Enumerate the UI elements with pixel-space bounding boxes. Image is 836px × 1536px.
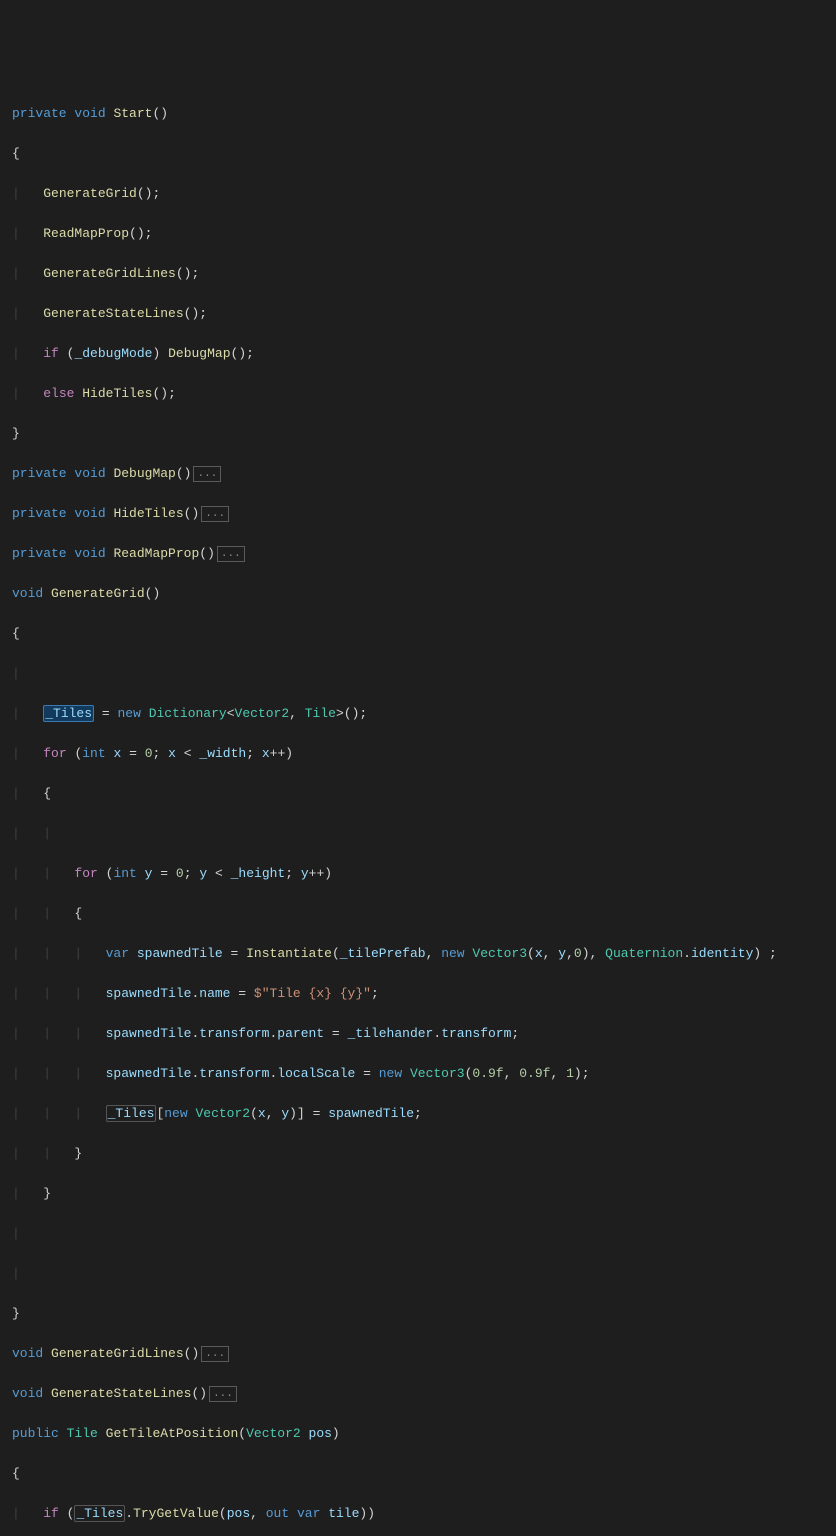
- code-line[interactable]: | {: [8, 784, 836, 804]
- code-line[interactable]: void GenerateGridLines()...: [8, 1344, 836, 1364]
- fold-indicator[interactable]: ...: [217, 546, 245, 562]
- code-line[interactable]: |: [8, 1264, 836, 1284]
- code-line[interactable]: }: [8, 424, 836, 444]
- code-line[interactable]: | GenerateStateLines();: [8, 304, 836, 324]
- code-line[interactable]: | ReadMapProp();: [8, 224, 836, 244]
- code-line[interactable]: private void HideTiles()...: [8, 504, 836, 524]
- code-line[interactable]: | else HideTiles();: [8, 384, 836, 404]
- code-line[interactable]: | | }: [8, 1144, 836, 1164]
- type: Dictionary: [149, 706, 227, 721]
- string-literal: $"Tile {x} {y}": [254, 986, 371, 1001]
- code-line[interactable]: | | | spawnedTile.name = $"Tile {x} {y}"…: [8, 984, 836, 1004]
- else-keyword: else: [43, 386, 74, 401]
- fold-indicator[interactable]: ...: [201, 1346, 229, 1362]
- code-line[interactable]: | GenerateGridLines();: [8, 264, 836, 284]
- for-keyword: for: [43, 746, 66, 761]
- method-name: DebugMap: [113, 466, 175, 481]
- field: _debugMode: [74, 346, 152, 361]
- selected-symbol: _Tiles: [74, 1505, 125, 1522]
- call: TryGetValue: [133, 1506, 219, 1521]
- code-line[interactable]: | if (_Tiles.TryGetValue(pos, out var ti…: [8, 1504, 836, 1524]
- code-line[interactable]: private void Start(): [8, 104, 836, 124]
- keyword: public: [12, 1426, 59, 1441]
- brace-close: }: [12, 426, 20, 441]
- method-name: Start: [113, 106, 152, 121]
- fold-indicator[interactable]: ...: [209, 1386, 237, 1402]
- call: GenerateGrid: [43, 186, 137, 201]
- method-name: GenerateGridLines: [51, 1346, 184, 1361]
- code-line[interactable]: |: [8, 1224, 836, 1244]
- keyword: void: [74, 106, 105, 121]
- code-line[interactable]: private void DebugMap()...: [8, 464, 836, 484]
- method-name: GetTileAtPosition: [106, 1426, 239, 1441]
- call: GenerateStateLines: [43, 306, 183, 321]
- fold-indicator[interactable]: ...: [201, 506, 229, 522]
- code-line[interactable]: | _Tiles = new Dictionary<Vector2, Tile>…: [8, 704, 836, 724]
- code-line[interactable]: }: [8, 1304, 836, 1324]
- code-editor[interactable]: private void Start() { | GenerateGrid();…: [8, 84, 836, 1536]
- selected-symbol: _Tiles: [106, 1105, 157, 1122]
- call: ReadMapProp: [43, 226, 129, 241]
- method-name: ReadMapProp: [113, 546, 199, 561]
- code-line[interactable]: | GenerateGrid();: [8, 184, 836, 204]
- code-line[interactable]: {: [8, 144, 836, 164]
- brace-open: {: [12, 146, 20, 161]
- code-line[interactable]: | }: [8, 1184, 836, 1204]
- code-line[interactable]: void GenerateGrid(): [8, 584, 836, 604]
- method-name: GenerateGrid: [51, 586, 145, 601]
- code-line[interactable]: | | | var spawnedTile = Instantiate(_til…: [8, 944, 836, 964]
- code-line[interactable]: | for (int x = 0; x < _width; x++): [8, 744, 836, 764]
- code-line[interactable]: | | | _Tiles[new Vector2(x, y)] = spawne…: [8, 1104, 836, 1124]
- call: HideTiles: [82, 386, 152, 401]
- code-line[interactable]: | |: [8, 824, 836, 844]
- code-line[interactable]: | | {: [8, 904, 836, 924]
- code-line[interactable]: public Tile GetTileAtPosition(Vector2 po…: [8, 1424, 836, 1444]
- call: Instantiate: [246, 946, 332, 961]
- code-line[interactable]: | | | spawnedTile.transform.parent = _ti…: [8, 1024, 836, 1044]
- method-name: GenerateStateLines: [51, 1386, 191, 1401]
- call: GenerateGridLines: [43, 266, 176, 281]
- code-line[interactable]: {: [8, 1464, 836, 1484]
- code-line[interactable]: | | for (int y = 0; y < _height; y++): [8, 864, 836, 884]
- call: DebugMap: [168, 346, 230, 361]
- code-line[interactable]: {: [8, 624, 836, 644]
- code-line[interactable]: private void ReadMapProp()...: [8, 544, 836, 564]
- code-line[interactable]: | if (_debugMode) DebugMap();: [8, 344, 836, 364]
- fold-indicator[interactable]: ...: [193, 466, 221, 482]
- code-line[interactable]: void GenerateStateLines()...: [8, 1384, 836, 1404]
- code-line[interactable]: | | | spawnedTile.transform.localScale =…: [8, 1064, 836, 1084]
- selected-symbol: _Tiles: [43, 705, 94, 722]
- keyword: private: [12, 106, 67, 121]
- code-line[interactable]: |: [8, 664, 836, 684]
- method-name: HideTiles: [113, 506, 183, 521]
- if-keyword: if: [43, 346, 59, 361]
